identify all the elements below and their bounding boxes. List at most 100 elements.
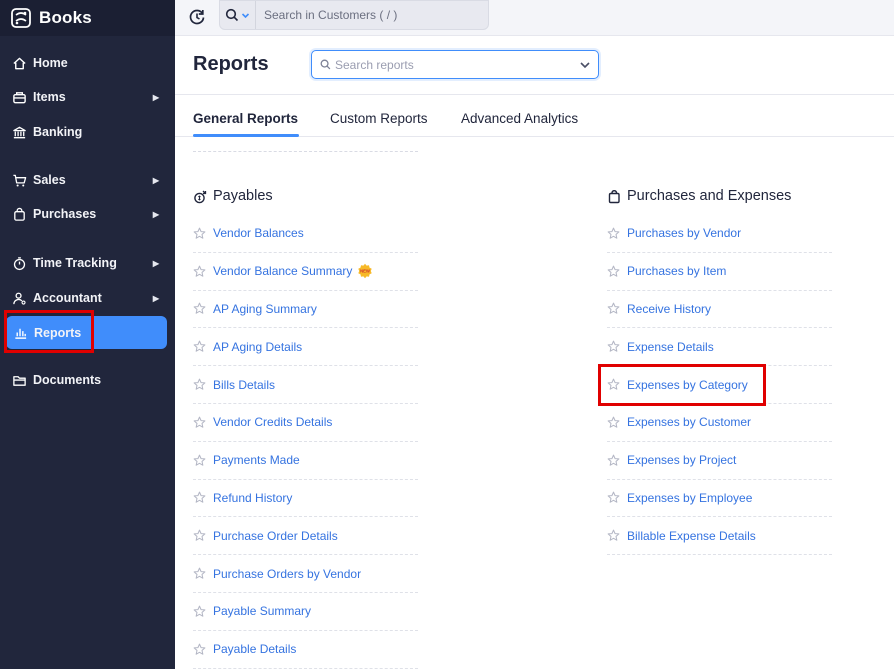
report-link[interactable]: Billable Expense Details xyxy=(627,529,756,543)
report-item-bills-details: Bills Details xyxy=(193,366,418,404)
sidebar-item-accountant[interactable]: Accountant ▶ xyxy=(0,283,175,313)
report-link[interactable]: Expenses by Category xyxy=(627,378,748,392)
sidebar-item-home[interactable]: Home xyxy=(0,48,175,78)
star-icon[interactable] xyxy=(607,265,620,278)
report-item-ap-aging-details: AP Aging Details xyxy=(193,328,418,367)
report-link[interactable]: Vendor Balance Summary xyxy=(213,264,352,278)
report-link[interactable]: AP Aging Details xyxy=(213,340,302,354)
new-badge-text: NEW xyxy=(361,269,371,274)
report-link[interactable]: Payable Details xyxy=(213,642,296,656)
report-link[interactable]: Expenses by Employee xyxy=(627,491,752,505)
timer-icon xyxy=(11,255,27,271)
brand[interactable]: Books xyxy=(0,0,175,36)
star-icon[interactable] xyxy=(193,605,206,618)
star-icon[interactable] xyxy=(193,265,206,278)
report-item-vendor-credits-details: Vendor Credits Details xyxy=(193,404,418,442)
tab-general-reports[interactable]: General Reports xyxy=(193,111,298,126)
report-link[interactable]: Purchases by Item xyxy=(627,264,726,278)
star-icon[interactable] xyxy=(607,378,620,391)
report-link[interactable]: Vendor Credits Details xyxy=(213,415,332,429)
sidebar-item-sales[interactable]: Sales ▶ xyxy=(0,165,175,195)
report-link[interactable]: Purchases by Vendor xyxy=(627,226,741,240)
star-icon[interactable] xyxy=(607,416,620,429)
report-link[interactable]: Expenses by Project xyxy=(627,453,736,467)
divider xyxy=(193,151,418,152)
report-item-expenses-by-category: Expenses by Category xyxy=(607,366,832,404)
star-icon[interactable] xyxy=(193,302,206,315)
top-bar: Search in Customers ( / ) xyxy=(175,0,894,36)
sidebar-item-reports[interactable]: Reports xyxy=(6,316,167,349)
star-icon[interactable] xyxy=(607,302,620,315)
report-link[interactable]: Refund History xyxy=(213,491,292,505)
sidebar-item-label: Reports xyxy=(34,325,82,340)
chevron-right-icon: ▶ xyxy=(152,92,159,102)
chevron-right-icon: ▶ xyxy=(152,293,159,303)
global-search-input[interactable]: Search in Customers ( / ) xyxy=(256,8,397,22)
tab-custom-reports[interactable]: Custom Reports xyxy=(330,111,428,126)
star-icon[interactable] xyxy=(607,491,620,504)
bag-icon xyxy=(11,206,27,222)
recent-activity-icon[interactable] xyxy=(187,7,207,27)
new-badge-icon: NEW xyxy=(358,263,373,279)
sidebar-item-items[interactable]: Items ▶ xyxy=(0,82,175,112)
report-search-input[interactable] xyxy=(335,57,565,72)
report-item-billable-expense-details: Billable Expense Details xyxy=(607,517,832,556)
sidebar-item-time-tracking[interactable]: Time Tracking ▶ xyxy=(0,248,175,278)
report-link[interactable]: AP Aging Summary xyxy=(213,302,317,316)
star-icon[interactable] xyxy=(607,529,620,542)
sidebar-item-purchases[interactable]: Purchases ▶ xyxy=(0,199,175,229)
star-icon[interactable] xyxy=(607,454,620,467)
reports-content: Payables Vendor Balances Vendor Balance S… xyxy=(175,137,894,669)
purchases-report-list: Purchases by Vendor Purchases by Item Rece… xyxy=(607,215,832,556)
global-search[interactable]: Search in Customers ( / ) xyxy=(219,0,489,30)
bag-icon xyxy=(608,189,620,203)
report-search[interactable] xyxy=(311,50,599,79)
bank-icon xyxy=(11,124,27,140)
star-icon[interactable] xyxy=(193,643,206,656)
sidebar-item-documents[interactable]: Documents xyxy=(0,365,175,395)
sidebar-item-label: Banking xyxy=(33,125,83,139)
report-link[interactable]: Expense Details xyxy=(627,340,714,354)
sidebar-item-banking[interactable]: Banking xyxy=(0,117,175,147)
report-link[interactable]: Receive History xyxy=(627,302,711,316)
report-item-ap-aging-summary: AP Aging Summary xyxy=(193,291,418,329)
star-icon[interactable] xyxy=(193,340,206,353)
report-link[interactable]: Payments Made xyxy=(213,453,300,467)
search-icon xyxy=(320,59,331,70)
search-icon xyxy=(225,8,239,22)
report-link[interactable]: Vendor Balances xyxy=(213,226,304,240)
star-icon[interactable] xyxy=(193,567,206,580)
star-icon[interactable] xyxy=(193,529,206,542)
page-header: Reports xyxy=(175,36,894,95)
star-icon[interactable] xyxy=(607,340,620,353)
report-item-payable-details: Payable Details xyxy=(193,631,418,669)
report-item-vendor-balances: Vendor Balances xyxy=(193,215,418,253)
bar-chart-icon xyxy=(12,325,28,341)
star-icon[interactable] xyxy=(193,227,206,240)
report-item-expenses-by-employee: Expenses by Employee xyxy=(607,480,832,518)
accountant-icon xyxy=(11,290,27,306)
chevron-down-icon[interactable] xyxy=(579,59,591,71)
report-link[interactable]: Purchase Order Details xyxy=(213,529,338,543)
report-link[interactable]: Expenses by Customer xyxy=(627,415,751,429)
sidebar-item-label: Documents xyxy=(33,373,102,387)
tab-advanced-analytics[interactable]: Advanced Analytics xyxy=(461,111,578,126)
report-item-vendor-balance-summary: Vendor Balance Summary NEW xyxy=(193,253,418,291)
page-title: Reports xyxy=(193,53,269,75)
report-link[interactable]: Payable Summary xyxy=(213,604,311,618)
star-icon[interactable] xyxy=(193,416,206,429)
star-icon[interactable] xyxy=(193,491,206,504)
purchases-section-title: Purchases and Expenses xyxy=(607,188,791,204)
report-item-receive-history: Receive History xyxy=(607,291,832,329)
star-icon[interactable] xyxy=(193,378,206,391)
section-title-text: Payables xyxy=(213,188,273,204)
cart-icon xyxy=(11,172,27,188)
report-link[interactable]: Bills Details xyxy=(213,378,275,392)
report-item-payable-summary: Payable Summary xyxy=(193,593,418,631)
payables-section-title: Payables xyxy=(193,188,273,204)
star-icon[interactable] xyxy=(193,454,206,467)
report-link[interactable]: Purchase Orders by Vendor xyxy=(213,567,361,581)
chevron-right-icon: ▶ xyxy=(152,209,159,219)
star-icon[interactable] xyxy=(607,227,620,240)
search-scope-dropdown[interactable] xyxy=(220,1,256,29)
